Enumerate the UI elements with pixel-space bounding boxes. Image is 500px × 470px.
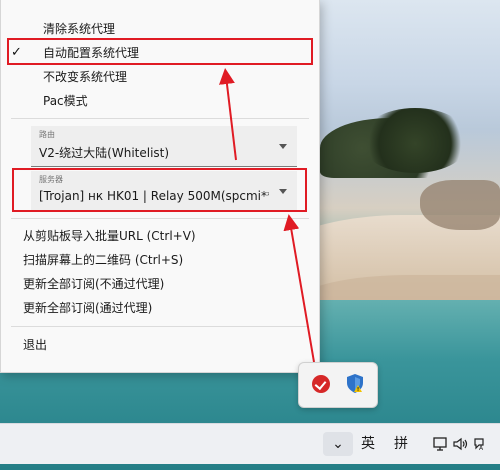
- dropdown-arrow-icon: [279, 144, 287, 149]
- route-select-label: 路由: [39, 130, 55, 139]
- show-hidden-icons-button[interactable]: ⌄: [323, 432, 353, 456]
- speaker-icon: [453, 437, 468, 451]
- ime-mode-button[interactable]: 拼: [390, 432, 412, 456]
- menu-item-label: Pac模式: [43, 94, 88, 108]
- menu-separator: [11, 118, 309, 119]
- menu-item-label: 更新全部订阅(通过代理): [23, 301, 153, 315]
- dropdown-arrow-icon: [279, 189, 287, 194]
- route-select[interactable]: 路由 V2-绕过大陆(Whitelist): [31, 126, 297, 167]
- menu-separator: [11, 218, 309, 219]
- screen-icon: [432, 437, 447, 451]
- wallpaper-trees-2: [360, 108, 470, 173]
- chevron-down-icon: ⌄: [332, 436, 344, 452]
- tray-overflow-flyout: [298, 362, 378, 408]
- server-select-value: [Trojan] нк HK01 | Relay 500M(spcmi***do…: [39, 189, 269, 203]
- menu-item-auto-proxy[interactable]: ✓ 自动配置系统代理: [1, 41, 319, 65]
- menu-item-label: 扫描屏幕上的二维码 (Ctrl+S): [23, 253, 184, 267]
- menu-item-update-subs-proxy[interactable]: 更新全部订阅(通过代理): [1, 296, 319, 320]
- menu-item-label: 更新全部订阅(不通过代理): [23, 277, 165, 291]
- checkmark-icon: ✓: [11, 45, 22, 60]
- svg-text:A: A: [479, 445, 484, 451]
- menu-item-import-clipboard[interactable]: 从剪贴板导入批量URL (Ctrl+V): [1, 224, 319, 248]
- wallpaper-rock: [420, 180, 500, 230]
- menu-item-label: 清除系统代理: [43, 22, 116, 36]
- menu-item-label: 自动配置系统代理: [43, 46, 140, 60]
- menu-item-label: 从剪贴板导入批量URL (Ctrl+V): [23, 229, 196, 243]
- taskbar: ⌄ 英 拼 A: [0, 423, 500, 464]
- menu-item-label: 退出: [23, 338, 48, 352]
- menu-item-pac-mode[interactable]: Pac模式: [1, 89, 319, 113]
- server-select[interactable]: 服务器 [Trojan] нк HK01 | Relay 500M(spcmi*…: [31, 171, 297, 212]
- v2rayn-icon[interactable]: [312, 375, 330, 393]
- system-tray-icons[interactable]: A: [424, 432, 498, 456]
- menu-item-scan-qrcode[interactable]: 扫描屏幕上的二维码 (Ctrl+S): [1, 248, 319, 272]
- menu-item-keep-proxy[interactable]: 不改变系统代理: [1, 65, 319, 89]
- ime-language-button[interactable]: 英: [357, 432, 379, 456]
- route-select-value: V2-绕过大陆(Whitelist): [39, 146, 170, 160]
- menu-item-clear-proxy[interactable]: 清除系统代理: [1, 17, 319, 41]
- tray-context-menu: 清除系统代理 ✓ 自动配置系统代理 不改变系统代理 Pac模式 路由 V2-绕过…: [0, 0, 320, 373]
- defender-shield-icon[interactable]: [347, 374, 363, 393]
- menu-item-label: 不改变系统代理: [43, 70, 128, 84]
- menu-item-update-subs-direct[interactable]: 更新全部订阅(不通过代理): [1, 272, 319, 296]
- menu-item-exit[interactable]: 退出: [1, 333, 319, 357]
- menu-separator: [11, 326, 309, 327]
- server-select-label: 服务器: [39, 175, 63, 184]
- ime-icon: A: [474, 438, 484, 452]
